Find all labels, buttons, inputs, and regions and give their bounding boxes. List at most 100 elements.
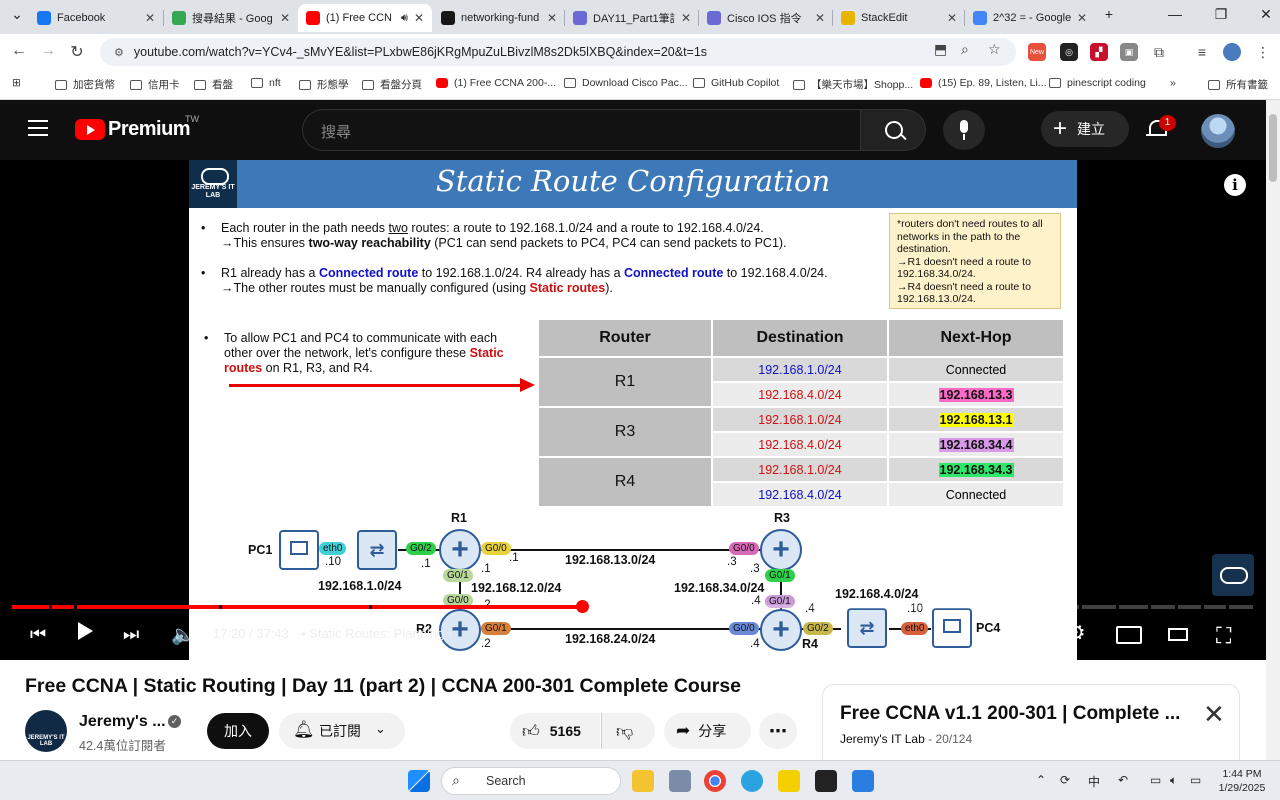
- page-scrollbar[interactable]: [1266, 100, 1280, 760]
- join-button[interactable]: 加入: [207, 713, 269, 749]
- undo-icon[interactable]: ↶: [1118, 773, 1128, 787]
- extension-icon[interactable]: ◎: [1060, 43, 1078, 61]
- like-button[interactable]: 👍︎ 5165: [510, 713, 600, 749]
- all-bookmarks-folder[interactable]: 所有書籤: [1208, 77, 1268, 92]
- bookmark-item[interactable]: 【樂天市場】Shopp...: [793, 77, 913, 92]
- bookmark-item[interactable]: 加密貨幣: [55, 77, 115, 92]
- forward-icon[interactable]: →: [37, 42, 59, 60]
- close-icon[interactable]: ✕: [1203, 701, 1225, 727]
- browser-tab[interactable]: DAY11_Part1筆記 ✕: [565, 4, 699, 32]
- miniplayer-icon[interactable]: [1116, 626, 1142, 644]
- menu-icon[interactable]: [28, 120, 48, 141]
- scrollbar-thumb[interactable]: [1269, 114, 1277, 182]
- video-player[interactable]: Static Route Configuration JEREMY'S IT L…: [0, 160, 1266, 660]
- app-icon[interactable]: [669, 770, 691, 792]
- info-icon[interactable]: i: [1224, 174, 1246, 196]
- share-button[interactable]: ➦ 分享: [664, 713, 751, 749]
- battery-icon[interactable]: ▭: [1190, 773, 1201, 787]
- bookmark-item[interactable]: 形態學: [299, 77, 349, 92]
- minimize-button[interactable]: —: [1162, 6, 1188, 22]
- reload-icon[interactable]: ↻: [66, 42, 88, 62]
- bookmark-item[interactable]: pinescript coding: [1049, 77, 1146, 89]
- search-icon[interactable]: [860, 109, 926, 151]
- audio-playing-icon[interactable]: 🔊︎: [401, 12, 408, 25]
- browser-menu-icon[interactable]: ⋮: [1254, 43, 1272, 61]
- bookmark-item[interactable]: (15) Ep. 89, Listen, Li...: [920, 77, 1047, 89]
- browser-tab[interactable]: StackEdit ✕: [833, 4, 965, 32]
- close-tab-icon[interactable]: ✕: [681, 11, 691, 25]
- extensions-puzzle-icon[interactable]: ⧉: [1150, 43, 1168, 61]
- tray-chevron-icon[interactable]: ⌃: [1036, 773, 1046, 787]
- bookmark-item[interactable]: GitHub Copilot: [693, 77, 779, 89]
- fullscreen-icon[interactable]: ⛶: [1216, 623, 1231, 649]
- more-bookmarks-icon[interactable]: »: [1170, 77, 1176, 89]
- zoom-icon[interactable]: ⌕: [961, 41, 969, 58]
- dislike-button[interactable]: 👎︎: [601, 713, 655, 749]
- browser-tab[interactable]: 2^32 = - Google ✕: [965, 4, 1095, 32]
- maximize-button[interactable]: ❐: [1208, 6, 1234, 23]
- channel-name[interactable]: Jeremy's ...: [79, 713, 166, 731]
- tab-search-icon[interactable]: ⌄: [4, 6, 30, 23]
- bookmark-item[interactable]: nft: [251, 77, 281, 89]
- terminal-icon[interactable]: [815, 770, 837, 792]
- chrome-icon[interactable]: [704, 770, 726, 792]
- system-clock[interactable]: 1:44 PM 1/29/2025: [1212, 767, 1272, 795]
- file-explorer-icon[interactable]: [632, 770, 654, 792]
- bookmark-item[interactable]: 信用卡: [130, 77, 180, 92]
- taskbar-search[interactable]: ⌕ Search: [441, 767, 621, 795]
- close-tab-icon[interactable]: ✕: [280, 11, 290, 25]
- extension-new-icon[interactable]: New: [1028, 43, 1046, 61]
- more-actions-button[interactable]: ⋯: [759, 713, 797, 749]
- close-tab-icon[interactable]: ✕: [547, 11, 557, 25]
- progress-bar[interactable]: [12, 600, 1253, 613]
- channel-avatar[interactable]: JEREMY'S IT LAB: [25, 710, 67, 752]
- chapter-title[interactable]: • Static Routes: Planning ›: [301, 626, 452, 641]
- browser-tab[interactable]: networking-fund ✕: [433, 4, 565, 32]
- create-button[interactable]: + 建立: [1041, 111, 1129, 147]
- subtitles-icon[interactable]: [1016, 626, 1042, 644]
- apps-grid-icon[interactable]: ⊞: [12, 77, 21, 89]
- close-tab-icon[interactable]: ✕: [414, 11, 424, 25]
- bookmark-star-icon[interactable]: ☆: [988, 41, 1001, 58]
- bookmark-item[interactable]: 看盤: [194, 77, 233, 92]
- network-icon[interactable]: ▭: [1150, 773, 1161, 787]
- close-tab-icon[interactable]: ✕: [145, 11, 155, 25]
- close-window-button[interactable]: ✕: [1253, 6, 1279, 23]
- windows-start-icon[interactable]: [408, 770, 430, 792]
- bookmark-item[interactable]: Download Cisco Pac...: [564, 77, 688, 89]
- telegram-icon[interactable]: [741, 770, 763, 792]
- bookmark-item[interactable]: (1) Free CCNA 200-...: [436, 77, 556, 89]
- previous-icon[interactable]: ⏮: [30, 624, 46, 645]
- back-icon[interactable]: ←: [8, 42, 30, 60]
- new-tab-button[interactable]: +: [1096, 6, 1122, 22]
- install-app-icon[interactable]: ⬒: [934, 41, 947, 58]
- speaker-icon[interactable]: 🔈︎: [1170, 773, 1177, 788]
- volume-icon[interactable]: 🔈: [171, 623, 195, 647]
- extension-gray-icon[interactable]: ▣: [1120, 43, 1138, 61]
- playlist-title[interactable]: Free CCNA v1.1 200-301 | Complete ...: [840, 703, 1180, 725]
- profile-avatar-icon[interactable]: [1223, 43, 1241, 61]
- sync-icon[interactable]: ⟳: [1060, 773, 1070, 787]
- settings-gear-icon[interactable]: ⚙: [1066, 620, 1086, 646]
- browser-tab[interactable]: Cisco IOS 指令 ✕: [699, 4, 833, 32]
- address-bar[interactable]: ⚙ youtube.com/watch?v=YCv4-_sMvYE&list=P…: [100, 38, 1016, 66]
- voice-search-icon[interactable]: [943, 110, 985, 150]
- search-input[interactable]: 搜尋: [302, 109, 860, 151]
- browser-tab[interactable]: 搜尋結果 - Goog ✕: [164, 4, 298, 32]
- theater-mode-icon[interactable]: [1168, 628, 1188, 641]
- youtube-logo-icon[interactable]: [75, 119, 105, 140]
- subscribed-button[interactable]: 🔔︎ 已訂閱 ⌄: [279, 713, 405, 749]
- close-tab-icon[interactable]: ✕: [815, 11, 825, 25]
- browser-tab[interactable]: (1) Free CCN 🔊︎ ✕: [298, 4, 432, 32]
- next-icon[interactable]: ⏭: [123, 624, 139, 645]
- bookmark-item[interactable]: 看盤分頁: [362, 77, 422, 92]
- playlist-owner[interactable]: Jeremy's IT Lab: [840, 732, 925, 746]
- reading-list-icon[interactable]: ≡: [1193, 43, 1211, 61]
- browser-tab[interactable]: Facebook ✕: [29, 4, 163, 32]
- account-avatar[interactable]: [1201, 114, 1235, 148]
- youtube-premium-logo[interactable]: Premium: [108, 118, 191, 141]
- play-icon[interactable]: [78, 622, 93, 640]
- app-icon[interactable]: [778, 770, 800, 792]
- site-info-icon[interactable]: ⚙: [114, 46, 124, 59]
- close-tab-icon[interactable]: ✕: [1077, 11, 1087, 25]
